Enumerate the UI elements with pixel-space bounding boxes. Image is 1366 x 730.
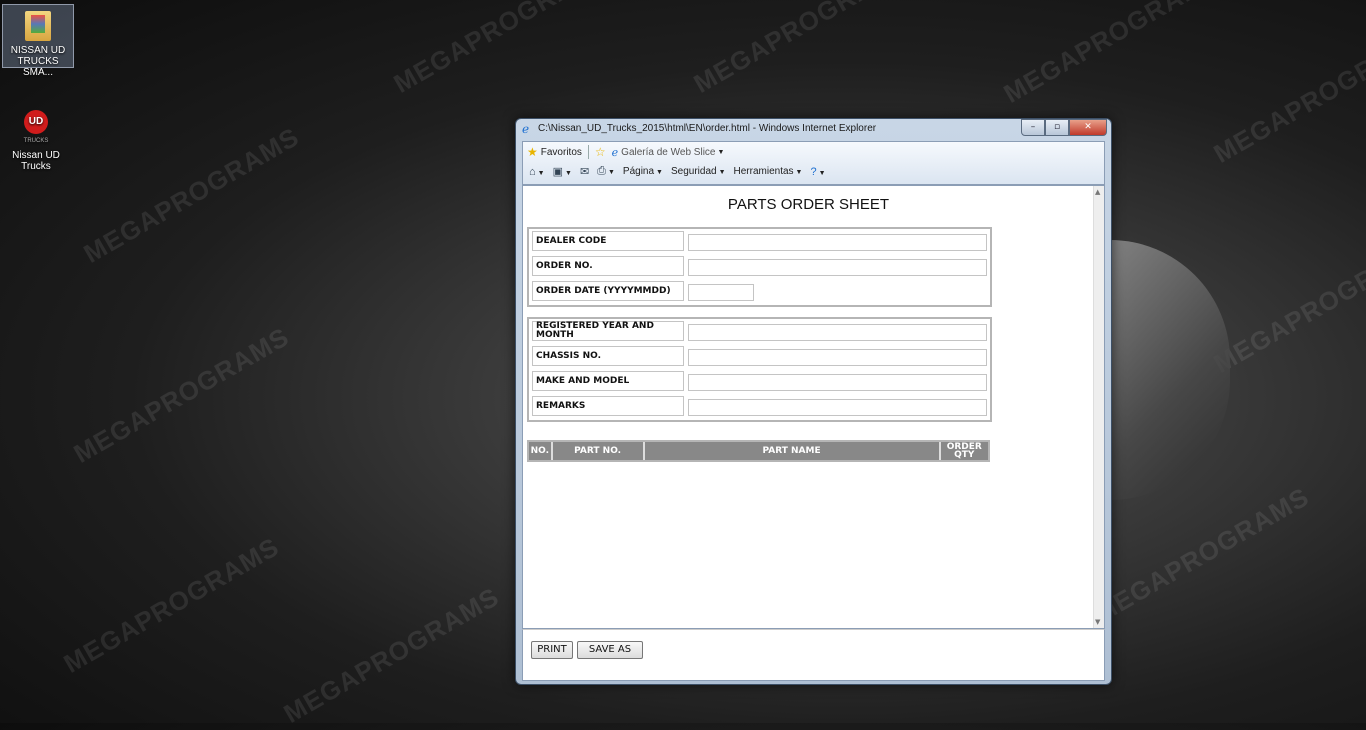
column-header-order-qty: ORDER QTY: [946, 442, 982, 460]
watermark: MEGAPROGRAMS: [68, 321, 295, 469]
page-title: PARTS ORDER SHEET: [727, 196, 890, 213]
command-toolbar: ⌂ ▼ ▣ ▼ ✉ ⎙ ▼ Página ▼ Seguridad ▼ Herramient…: [529, 165, 826, 178]
star-icon: ★: [527, 145, 538, 159]
ud-subtext: TRUCKS: [23, 138, 49, 144]
close-button[interactable]: ✕: [1069, 119, 1107, 136]
add-favorite-icon[interactable]: ☆: [595, 145, 606, 159]
order-date-input[interactable]: [688, 284, 754, 301]
chevron-down-icon: ▼: [718, 169, 726, 176]
tools-menu[interactable]: Herramientas ▼: [734, 166, 803, 177]
vehicle-info-section: REGISTERED YEAR AND MONTH CHASSIS NO. MA…: [527, 317, 992, 422]
save-as-button[interactable]: SAVE AS: [577, 641, 643, 659]
chassis-no-input[interactable]: [688, 349, 987, 366]
security-menu[interactable]: Seguridad ▼: [671, 166, 726, 177]
security-menu-label: Seguridad: [670, 166, 717, 177]
scroll-up-icon[interactable]: ▲: [1095, 188, 1100, 196]
registered-year-input[interactable]: [688, 324, 987, 341]
chevron-down-icon: ▼: [656, 169, 663, 176]
dealer-code-label: DEALER CODE: [532, 231, 684, 251]
registered-year-label: REGISTERED YEAR AND MONTH: [532, 321, 684, 341]
print-button[interactable]: PRINT: [531, 641, 573, 659]
ie-icon: ℯ: [522, 122, 530, 136]
help-icon[interactable]: ? ▼: [810, 166, 825, 178]
chassis-no-label: CHASSIS NO.: [532, 346, 684, 366]
page-menu[interactable]: Página ▼: [623, 166, 663, 177]
form-row: ORDER NO.: [532, 256, 987, 278]
order-info-section: DEALER CODE ORDER NO. ORDER DATE (YYYYMM…: [527, 227, 992, 307]
favorites-button[interactable]: Favoritos: [541, 147, 582, 158]
print-icon[interactable]: ⎙ ▼: [597, 165, 615, 178]
form-row: CHASSIS NO.: [532, 346, 987, 368]
watermark: MEGAPROGRAMS: [58, 531, 285, 679]
command-bar: ★ Favoritos ☆ ℯ Galería de Web Slice ▼ ⌂…: [522, 141, 1105, 185]
order-no-label: ORDER NO.: [532, 256, 684, 276]
watermark: MEGAPROGRAMS: [1208, 231, 1366, 379]
home-icon[interactable]: ⌂ ▼: [529, 166, 545, 178]
vertical-scrollbar[interactable]: ▲ ▼: [1093, 186, 1104, 628]
column-header-no: NO.: [529, 442, 553, 460]
watermark: MEGAPROGRAMS: [278, 581, 505, 729]
web-slice-icon: ℯ: [611, 146, 619, 159]
form-row: REMARKS: [532, 396, 987, 418]
favorites-bar: ★ Favoritos ☆ ℯ Galería de Web Slice ▼: [527, 145, 724, 159]
order-date-label: ORDER DATE (YYYYMMDD): [532, 281, 684, 301]
desktop-icon-nissan-folder[interactable]: NISSAN UD TRUCKS SMA...: [2, 4, 74, 78]
ud-trucks-logo-icon: UD: [24, 110, 48, 134]
browser-window: ℯ C:\Nissan_UD_Trucks_2015\html\EN\order…: [515, 118, 1112, 685]
chevron-down-icon: ▼: [795, 169, 803, 176]
scroll-down-icon[interactable]: ▼: [1095, 618, 1100, 626]
remarks-label: REMARKS: [532, 396, 684, 416]
page-menu-label: Página: [622, 166, 655, 177]
form-row: MAKE AND MODEL: [532, 371, 987, 393]
tools-menu-label: Herramientas: [733, 166, 794, 177]
mail-icon[interactable]: ✉: [580, 165, 589, 178]
action-bar: PRINT SAVE AS: [522, 629, 1105, 681]
remarks-input[interactable]: [688, 399, 987, 416]
separator: [587, 145, 589, 159]
watermark: MEGAPROGRAMS: [1088, 481, 1315, 629]
page-content: PARTS ORDER SHEET DEALER CODE ORDER NO. …: [522, 185, 1105, 629]
window-title: C:\Nissan_UD_Trucks_2015\html\EN\order.h…: [538, 123, 877, 134]
watermark: MEGAPROGRAMS: [78, 121, 305, 269]
watermark: MEGAPROGRAMS: [998, 0, 1225, 109]
minimize-button[interactable]: –: [1021, 119, 1045, 136]
parts-table-header: NO. PART NO. PART NAME ORDER QTY: [527, 440, 990, 462]
title-bar[interactable]: ℯ C:\Nissan_UD_Trucks_2015\html\EN\order…: [516, 119, 1111, 139]
dealer-code-input[interactable]: [688, 234, 987, 251]
make-model-input[interactable]: [688, 374, 987, 391]
form-row: DEALER CODE: [532, 231, 987, 253]
watermark: MEGAPROGRAMS: [388, 0, 615, 99]
desktop-icon-label: Nissan UD Trucks: [12, 150, 60, 172]
rss-icon[interactable]: ▣ ▼: [553, 165, 572, 178]
web-slice-gallery-button[interactable]: Galería de Web Slice: [621, 147, 715, 158]
watermark: MEGAPROGRAMS: [1208, 21, 1366, 169]
desktop-icon-label: NISSAN UD TRUCKS SMA...: [10, 45, 66, 78]
order-no-input[interactable]: [688, 259, 987, 276]
make-model-label: MAKE AND MODEL: [532, 371, 684, 391]
form-row: REGISTERED YEAR AND MONTH: [532, 321, 987, 343]
maximize-button[interactable]: ▫: [1045, 119, 1069, 136]
watermark: MEGAPROGRAMS: [688, 0, 915, 99]
chevron-down-icon[interactable]: ▼: [717, 149, 724, 156]
window-controls: – ▫ ✕: [1021, 119, 1107, 136]
column-header-part-name: PART NAME: [645, 442, 941, 460]
form-row: ORDER DATE (YYYYMMDD): [532, 281, 985, 303]
column-header-part-no: PART NO.: [553, 442, 645, 460]
folder-icon: [25, 11, 51, 41]
desktop-icon-nissan-ud[interactable]: UD TRUCKS Nissan UD Trucks: [1, 106, 71, 172]
